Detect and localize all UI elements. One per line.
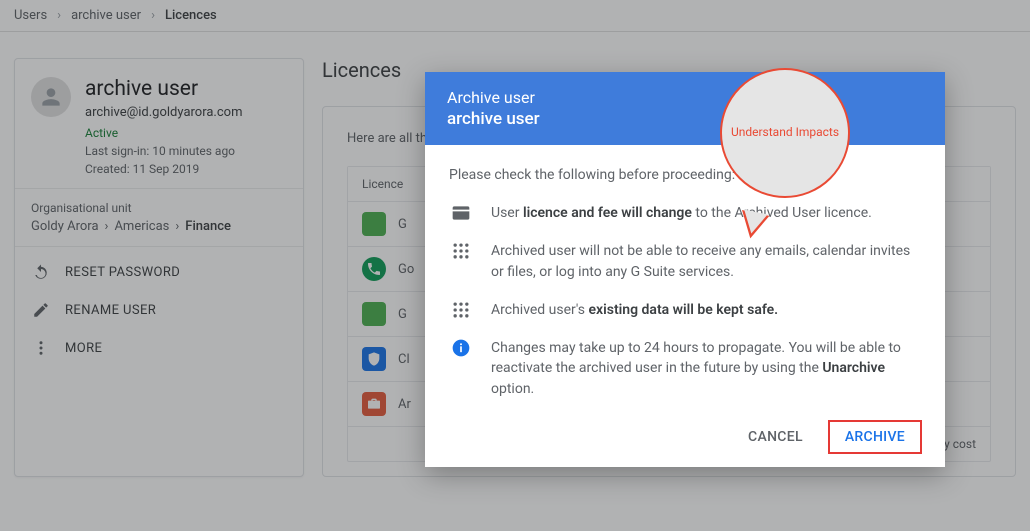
dialog-header: Archive user archive user	[425, 72, 945, 145]
impact-item: User licence and fee will change to the …	[449, 203, 921, 223]
dialog-subtitle: archive user	[447, 109, 923, 129]
annotation-bubble: Understand Impacts	[720, 68, 850, 198]
dialog-title: Archive user	[447, 88, 923, 107]
cancel-button[interactable]: CANCEL	[732, 421, 819, 453]
apps-icon	[449, 300, 473, 320]
dialog-lead: Please check the following before procee…	[449, 167, 921, 183]
archive-user-dialog: Archive user archive user Please check t…	[425, 72, 945, 467]
impact-item: Changes may take up to 24 hours to propa…	[449, 338, 921, 399]
impact-item: Archived user will not be able to receiv…	[449, 241, 921, 282]
info-icon	[449, 338, 473, 358]
impact-item: Archived user's existing data will be ke…	[449, 300, 921, 320]
card-icon	[449, 203, 473, 223]
apps-icon	[449, 241, 473, 261]
archive-button[interactable]: ARCHIVE	[829, 421, 921, 453]
annotation-text: Understand Impacts	[720, 68, 850, 198]
